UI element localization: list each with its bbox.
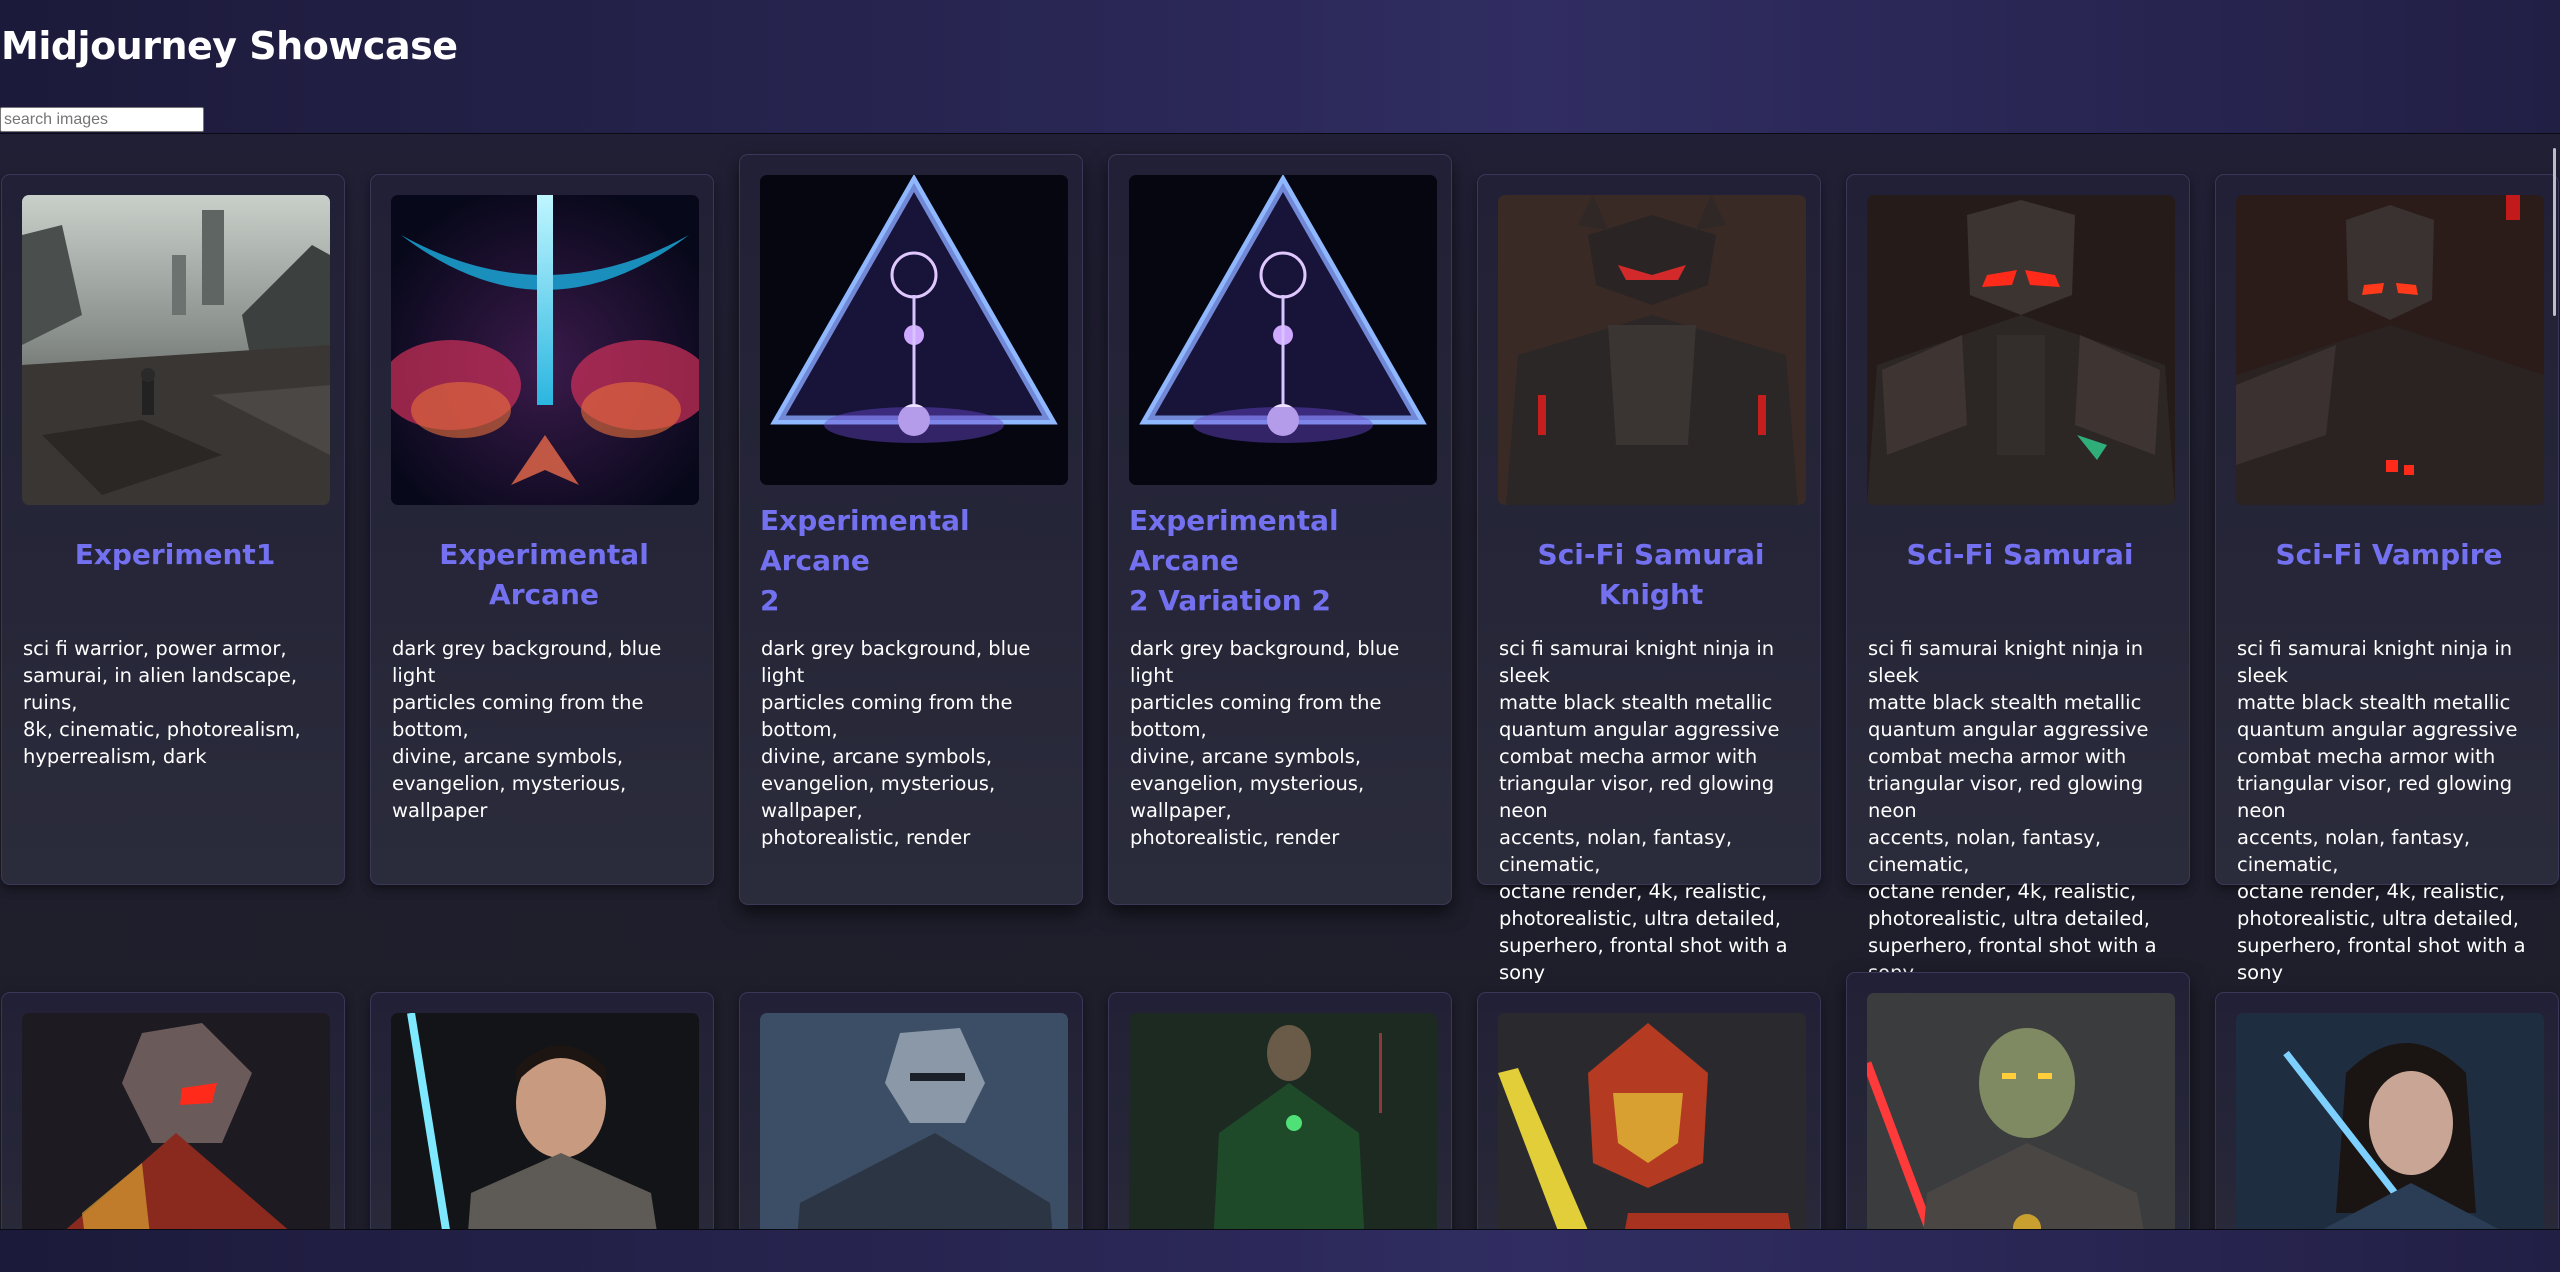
card-image[interactable]	[22, 1013, 330, 1229]
image-gallery[interactable]: Experiment1 sci fi warrior, power armor,…	[0, 134, 2560, 1229]
card-description: sci fi samurai knight ninja in sleek mat…	[1499, 637, 1788, 984]
gallery-card[interactable]: Experimental Arcane 2 dark grey backgrou…	[739, 154, 1083, 905]
card-image[interactable]	[1867, 195, 2175, 505]
gallery-card[interactable]: Sci-Fi Samurai sci fi samurai knight nin…	[1846, 174, 2190, 984]
card-image[interactable]	[22, 195, 330, 505]
card-title[interactable]: Experimental Arcane 2 Variation 2	[1129, 501, 1435, 621]
card-image[interactable]	[2236, 1013, 2544, 1229]
gallery-card[interactable]	[1108, 992, 1452, 1229]
search-input[interactable]	[0, 107, 204, 132]
card-description: dark grey background, blue light particl…	[392, 637, 662, 822]
gallery-card[interactable]	[1477, 992, 1821, 1229]
card-title[interactable]: Experimental Arcane	[391, 535, 697, 615]
card-image[interactable]	[1498, 1013, 1806, 1229]
card-image[interactable]	[391, 1013, 699, 1229]
gallery-card[interactable]: Experimental Arcane dark grey background…	[370, 174, 714, 885]
card-image[interactable]	[1129, 1013, 1437, 1229]
gallery-card[interactable]	[1846, 972, 2190, 1229]
card-description: sci fi samurai knight ninja in sleek mat…	[1868, 637, 2157, 984]
gallery-card[interactable]	[1, 992, 345, 1229]
page-title: Midjourney Showcase	[1, 24, 458, 68]
card-title[interactable]: Experiment1	[22, 535, 328, 575]
card-description: dark grey background, blue light particl…	[1130, 637, 1400, 849]
scrollbar-thumb[interactable]	[2553, 148, 2556, 316]
card-image[interactable]	[760, 175, 1068, 485]
card-title[interactable]: Experimental Arcane 2	[760, 501, 1066, 621]
gallery-card[interactable]: Sci-Fi Vampire sci fi samurai knight nin…	[2215, 174, 2559, 984]
card-image[interactable]	[760, 1013, 1068, 1229]
gallery-card[interactable]	[2215, 992, 2559, 1229]
card-description: sci fi warrior, power armor, samurai, in…	[23, 637, 301, 768]
card-title[interactable]: Sci-Fi Samurai Knight	[1498, 535, 1804, 615]
card-image[interactable]	[391, 195, 699, 505]
header: Midjourney Showcase	[0, 0, 2560, 134]
card-description: dark grey background, blue light particl…	[761, 637, 1031, 849]
card-image[interactable]	[1129, 175, 1437, 485]
gallery-card[interactable]: Experiment1 sci fi warrior, power armor,…	[1, 174, 345, 885]
gallery-card[interactable]	[739, 992, 1083, 1229]
card-image[interactable]	[1867, 993, 2175, 1229]
gallery-card[interactable]	[370, 992, 714, 1229]
card-description: sci fi samurai knight ninja in sleek mat…	[2237, 637, 2526, 984]
gallery-card[interactable]: Sci-Fi Samurai Knight sci fi samurai kni…	[1477, 174, 1821, 984]
card-title[interactable]: Sci-Fi Vampire	[2236, 535, 2542, 575]
card-image[interactable]	[2236, 195, 2544, 505]
footer	[0, 1229, 2560, 1272]
gallery-card[interactable]: Experimental Arcane 2 Variation 2 dark g…	[1108, 154, 1452, 905]
card-title[interactable]: Sci-Fi Samurai	[1867, 535, 2173, 575]
card-image[interactable]	[1498, 195, 1806, 505]
